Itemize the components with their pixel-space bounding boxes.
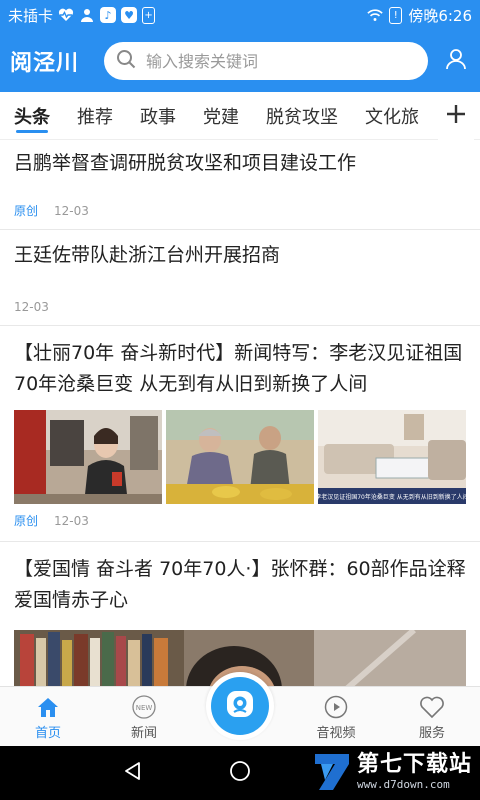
home-system-button[interactable] — [227, 760, 253, 786]
news-item[interactable]: 【壮丽70年 奋斗新时代】新闻特写：李老汉见证祖国70年沧桑巨变 从无到有从旧到… — [0, 326, 480, 542]
system-navigation-bar: 第七下载站 www.d7down.com — [0, 746, 480, 800]
nav-media[interactable]: 音视频 — [288, 687, 384, 747]
sim-icon: + — [142, 6, 156, 24]
home-circle-icon — [229, 760, 251, 786]
news-thumbnail-elderly-couple — [166, 410, 314, 504]
home-icon — [36, 694, 60, 720]
app-header: 阅泾川 — [0, 30, 480, 92]
search-icon — [116, 49, 136, 73]
back-triangle-icon — [122, 760, 144, 786]
news-title: 【壮丽70年 奋斗新时代】新闻特写：李老汉见证祖国70年沧桑巨变 从无到有从旧到… — [14, 342, 463, 395]
heart-rate-icon — [58, 7, 74, 23]
nav-news[interactable]: NEW 新闻 — [96, 687, 192, 747]
news-thumbnail-reporter — [14, 410, 162, 504]
tab-party[interactable]: 党建 — [203, 92, 239, 139]
tab-poverty[interactable]: 脱贫攻坚 — [266, 92, 338, 139]
news-feed: 吕鹏举督查调研脱贫攻坚和项目建设工作 原创 12-03 王廷佐带队赴浙江台州开展… — [0, 140, 480, 686]
watermark-logo-icon — [311, 750, 353, 794]
play-icon — [324, 694, 348, 720]
search-bar[interactable] — [104, 42, 428, 80]
news-item[interactable]: 吕鹏举督查调研脱贫攻坚和项目建设工作 原创 12-03 — [0, 140, 480, 230]
user-button[interactable] — [442, 47, 470, 75]
back-button[interactable] — [120, 760, 146, 786]
news-date: 12-03 — [14, 300, 49, 314]
nav-news-label: 新闻 — [130, 725, 157, 741]
nav-home-label: 首页 — [34, 725, 61, 741]
news-icon: NEW — [131, 694, 157, 720]
add-tab-button[interactable] — [438, 92, 474, 140]
camera-center-icon — [223, 687, 257, 725]
app-brand-title: 阅泾川 — [10, 51, 80, 76]
news-meta: 12-03 — [14, 300, 49, 314]
plus-icon — [445, 103, 467, 129]
status-time: 傍晚6:26 — [408, 6, 472, 25]
news-new-badge: NEW — [136, 704, 153, 712]
tab-culture[interactable]: 文化旅 — [365, 92, 419, 139]
news-item[interactable]: 王廷佐带队赴浙江台州开展招商 12-03 — [0, 230, 480, 326]
watermark-name: 第七下载站 — [356, 752, 472, 777]
news-source: 原创 — [14, 514, 39, 528]
news-source: 原创 — [14, 204, 39, 218]
tab-recommend[interactable]: 推荐 — [77, 92, 113, 139]
nav-media-label: 音视频 — [316, 725, 356, 741]
news-date: 12-03 — [54, 203, 89, 218]
news-thumbnails: 李老汉见证祖国70年沧桑巨变 从无到有从旧到新换了人间 — [14, 410, 466, 504]
user-icon — [445, 48, 467, 74]
nav-home[interactable]: 首页 — [0, 687, 96, 747]
thumbnail-caption: 李老汉见证祖国70年沧桑巨变 从无到有从旧到新换了人间 — [318, 493, 466, 501]
battery-icon: ! — [389, 6, 403, 24]
news-item[interactable]: 【爱国情 奋斗者 70年70人·】张怀群：60部作品诠释爱国情赤子心 — [0, 542, 480, 686]
nav-service[interactable]: 服务 — [384, 687, 480, 747]
news-title: 吕鹏举督查调研脱贫攻坚和项目建设工作 — [14, 152, 357, 174]
tab-headline[interactable]: 头条 — [14, 92, 50, 139]
person-icon — [79, 7, 95, 23]
news-thumbnail-living-room: 李老汉见证祖国70年沧桑巨变 从无到有从旧到新换了人间 — [318, 410, 466, 504]
category-tabs: 头条 推荐 政事 党建 脱贫攻坚 文化旅 — [0, 92, 480, 140]
news-title: 【爱国情 奋斗者 70年70人·】张怀群：60部作品诠释爱国情赤子心 — [14, 558, 466, 611]
watermark-url: www.d7down.com — [356, 778, 450, 791]
news-title: 王廷佐带队赴浙江台州开展招商 — [14, 244, 281, 266]
search-input[interactable] — [146, 51, 406, 71]
center-camera-button[interactable] — [206, 672, 274, 740]
news-meta: 原创 12-03 — [14, 202, 89, 219]
nav-service-label: 服务 — [418, 725, 445, 741]
tab-politics[interactable]: 政事 — [140, 92, 176, 139]
news-meta: 原创 12-03 — [14, 512, 89, 529]
message-icon: ♥ — [121, 7, 138, 23]
news-date: 12-03 — [54, 513, 89, 528]
carrier-text: 未插卡 — [8, 6, 54, 25]
watermark: 第七下载站 www.d7down.com — [311, 750, 472, 794]
status-bar: 未插卡 ♪ ♥ + ! 傍晚6:26 — [0, 0, 480, 30]
wifi-icon — [367, 7, 384, 23]
heart-service-icon — [419, 694, 445, 720]
tiktok-icon: ♪ — [100, 7, 117, 23]
